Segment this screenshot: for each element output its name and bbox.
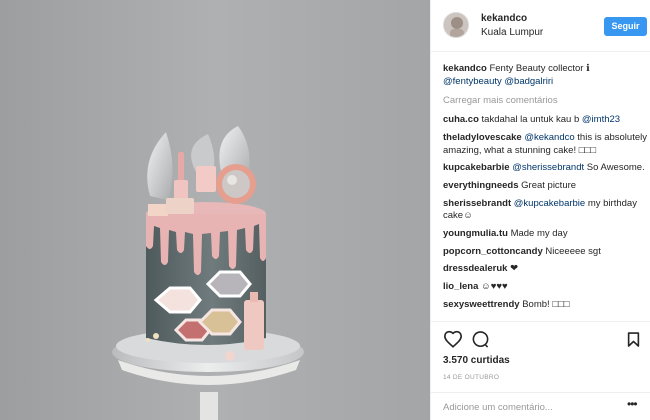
comment-text: Made my day [510, 228, 568, 240]
comment-mention[interactable]: @imth23 [582, 114, 620, 125]
add-comment-input[interactable] [443, 399, 618, 415]
post-photo[interactable] [0, 0, 430, 420]
caption-text: Fenty Beauty collector [489, 63, 584, 74]
add-comment-bar: ••• [431, 392, 650, 420]
comment-item: youngmulia.tu Made my day [443, 228, 647, 241]
comment-text: Bomb! □□□ [522, 298, 570, 310]
comment-item: everythingneeds Great picture [443, 180, 647, 193]
comment-username[interactable]: everythingneeds [443, 180, 519, 191]
comment-text: takdahal la untuk kau b [481, 114, 580, 126]
comment-username[interactable]: theladylovescake [443, 132, 522, 143]
heart-icon[interactable] [443, 330, 463, 353]
header-username[interactable]: kekandco [481, 13, 527, 24]
caption-username[interactable]: kekandco [443, 63, 487, 74]
bookmark-icon[interactable] [627, 331, 640, 353]
comment-username[interactable]: kupcakebarbie [443, 162, 510, 173]
comment-text: So Awesome. [586, 162, 645, 174]
post-side-panel: kekandco Kuala Lumpur Seguir kekandco Fe… [430, 0, 650, 420]
comment-mention[interactable]: @kekandco [524, 132, 574, 143]
comment-mention[interactable]: @sherissebrandt [512, 162, 584, 173]
comment-text: ☺♥♥♥ [481, 281, 508, 293]
comment-username[interactable]: youngmulia.tu [443, 228, 508, 239]
comment-username[interactable]: sexysweettrendy [443, 299, 520, 310]
comments-list[interactable]: kekandco Fenty Beauty collector ℹ @fenty… [443, 63, 647, 321]
comment-mention[interactable]: @kupcakebarbie [514, 198, 585, 209]
comment-item: dressdealeruk ❤ [443, 263, 647, 276]
header-location[interactable]: Kuala Lumpur [481, 27, 543, 38]
comment-username[interactable]: dressdealeruk [443, 263, 507, 274]
post-date: 14 DE OUTUBRO [443, 374, 500, 381]
comment-username[interactable]: cuha.co [443, 114, 479, 125]
comment-item: sexysweettrendy Bomb! □□□ [443, 299, 647, 312]
avatar[interactable] [443, 12, 469, 38]
caption-tag-badgalriri[interactable]: @badgalriri [504, 76, 553, 87]
info-icon: ℹ [586, 63, 590, 74]
comment-item: cuha.co takdahal la untuk kau b @imth23 [443, 114, 647, 127]
comment-text: Great picture [521, 179, 577, 191]
comment-text: ❤ [510, 263, 519, 275]
caption: kekandco Fenty Beauty collector ℹ @fenty… [443, 63, 647, 88]
comment-item: sherissebrandt @kupcakebarbie my birthda… [443, 198, 647, 223]
ellipsis-icon[interactable]: ••• [627, 397, 638, 411]
caption-tag-fentybeauty[interactable]: @fentybeauty [443, 76, 502, 87]
likes-count[interactable]: 3.570 curtidas [443, 355, 510, 366]
comment-item: theladylovescake @kekandco this is absol… [443, 132, 647, 157]
post-header: kekandco Kuala Lumpur Seguir [431, 0, 650, 52]
comment-username[interactable]: lio_lena [443, 281, 478, 292]
comment-username[interactable]: popcorn_cottoncandy [443, 246, 543, 257]
comment-item: kupcakebarbie @sherissebrandt So Awesome… [443, 162, 647, 175]
comment-item: lio_lena ☺♥♥♥ [443, 281, 647, 294]
follow-button[interactable]: Seguir [604, 17, 647, 36]
instagram-post-view: kekandco Kuala Lumpur Seguir kekandco Fe… [0, 0, 650, 420]
comment-bubble-icon[interactable] [471, 330, 490, 354]
load-more-comments-link[interactable]: Carregar mais comentários [443, 95, 647, 108]
comment-item: popcorn_cottoncandy Niceeeee sgt [443, 246, 647, 259]
comment-username[interactable]: sherissebrandt [443, 198, 511, 209]
comment-text: Niceeeee sgt [545, 245, 601, 257]
